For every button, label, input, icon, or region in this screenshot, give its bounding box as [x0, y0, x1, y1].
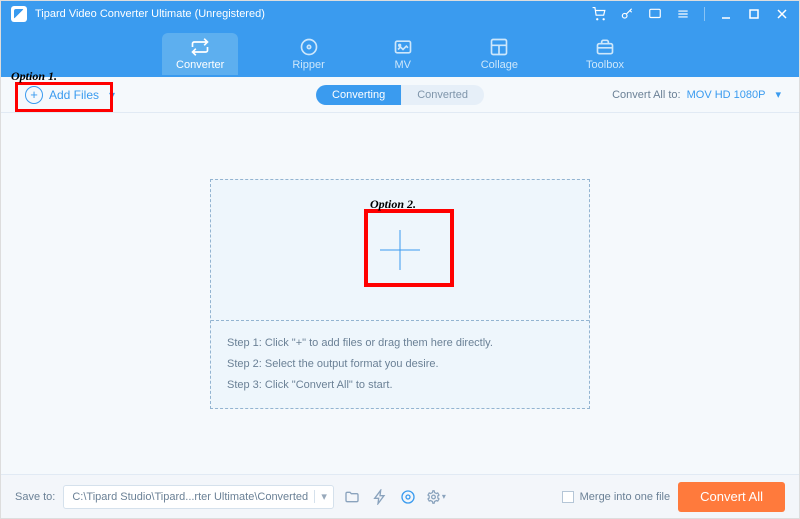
tab-converter[interactable]: Converter [162, 33, 238, 75]
output-format-selector[interactable]: MOV HD 1080P [687, 89, 766, 101]
merge-checkbox[interactable]: Merge into one file [562, 491, 671, 503]
high-speed-button[interactable] [398, 487, 418, 507]
save-path: C:\Tipard Studio\Tipard...rter Ultimate\… [64, 491, 314, 503]
content-area: Step 1: Click "+" to add files or drag t… [1, 113, 799, 474]
tab-ripper[interactable]: Ripper [278, 33, 338, 75]
maximize-button[interactable] [747, 7, 761, 21]
caret-down-icon: ▾ [109, 88, 115, 102]
main-menu: Converter Ripper MV Collage Toolbox [1, 27, 799, 77]
key-icon[interactable] [620, 7, 634, 21]
open-folder-button[interactable] [342, 487, 362, 507]
tab-collage[interactable]: Collage [467, 33, 532, 75]
tab-converting[interactable]: Converting [316, 85, 401, 105]
instructions: Step 1: Click "+" to add files or drag t… [211, 321, 589, 408]
converter-icon [190, 37, 210, 57]
save-path-dropdown[interactable]: ▾ [314, 490, 333, 503]
window-title: Tipard Video Converter Ultimate (Unregis… [35, 8, 592, 20]
tab-mv[interactable]: MV [379, 33, 427, 75]
merge-label: Merge into one file [580, 491, 671, 503]
ripper-icon [299, 37, 319, 57]
converting-tabs: Converting Converted [316, 85, 484, 105]
add-files-label: Add Files [49, 88, 99, 102]
convert-all-to-label: Convert All to: [612, 89, 680, 101]
footer-bar: Save to: C:\Tipard Studio\Tipard...rter … [1, 474, 799, 518]
minimize-button[interactable] [719, 7, 733, 21]
toolbox-icon [595, 37, 615, 57]
checkbox-icon [562, 491, 574, 503]
title-bar: Tipard Video Converter Ultimate (Unregis… [1, 1, 799, 27]
save-path-box: C:\Tipard Studio\Tipard...rter Ultimate\… [63, 485, 334, 509]
save-to-label: Save to: [15, 491, 55, 503]
tab-label: Converter [176, 59, 224, 71]
close-button[interactable] [775, 7, 789, 21]
step-2: Step 2: Select the output format you des… [227, 354, 573, 375]
tab-label: MV [394, 59, 411, 71]
tab-converted[interactable]: Converted [401, 85, 484, 105]
gpu-accel-button[interactable] [370, 487, 390, 507]
tab-toolbox[interactable]: Toolbox [572, 33, 638, 75]
collage-icon [489, 37, 509, 57]
add-files-big-plus[interactable] [380, 230, 420, 270]
drop-zone[interactable]: Step 1: Click "+" to add files or drag t… [210, 179, 590, 409]
convert-all-button[interactable]: Convert All [678, 482, 785, 512]
app-logo [11, 6, 27, 22]
add-files-button[interactable]: + Add Files ▾ [15, 80, 125, 110]
plus-circle-icon: + [25, 86, 43, 104]
separator [704, 7, 705, 21]
format-dropdown-icon[interactable]: ▾ [771, 88, 785, 101]
settings-button[interactable]: ▾ [426, 487, 446, 507]
menu-icon[interactable] [676, 7, 690, 21]
tab-label: Collage [481, 59, 518, 71]
step-1: Step 1: Click "+" to add files or drag t… [227, 333, 573, 354]
step-3: Step 3: Click "Convert All" to start. [227, 375, 573, 396]
cart-icon[interactable] [592, 7, 606, 21]
mv-icon [393, 37, 413, 57]
feedback-icon[interactable] [648, 7, 662, 21]
sub-bar: + Add Files ▾ Converting Converted Conve… [1, 77, 799, 113]
tab-label: Ripper [292, 59, 324, 71]
tab-label: Toolbox [586, 59, 624, 71]
